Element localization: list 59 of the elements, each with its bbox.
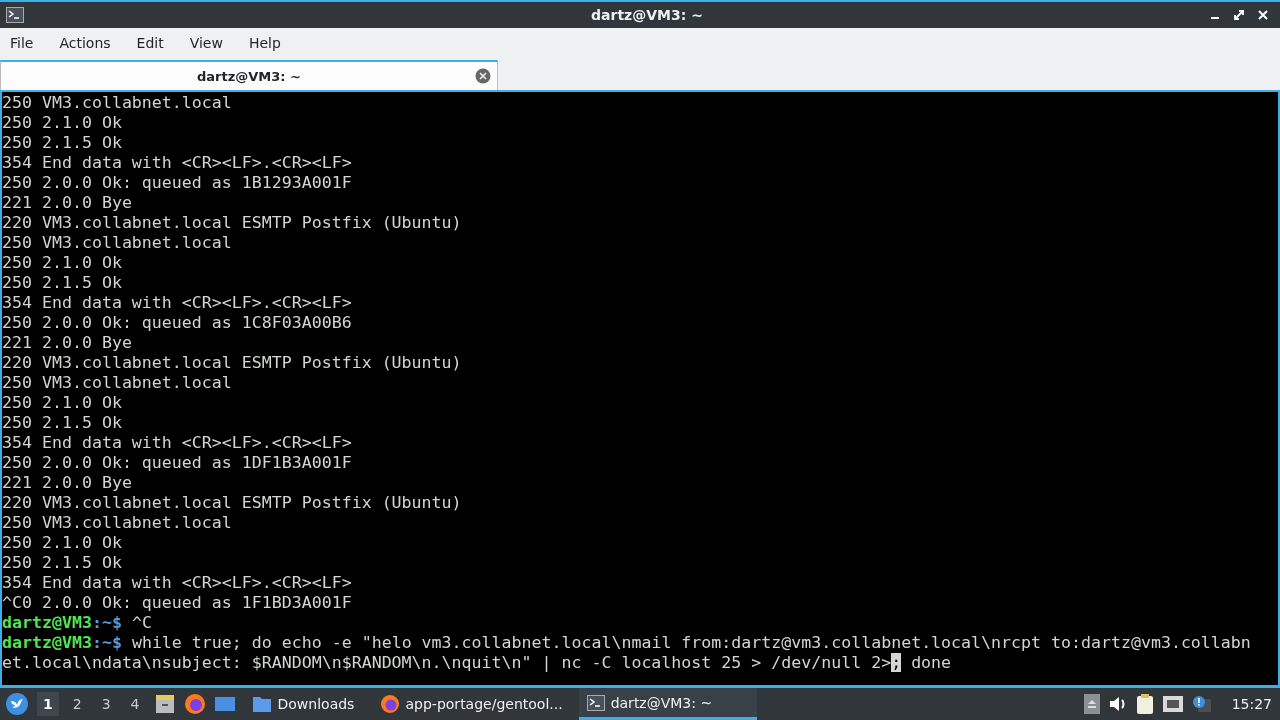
terminal-tab[interactable]: dartz@VM3: ~	[0, 60, 498, 90]
output-line: 250 2.0.0 Ok: queued as 1DF1B3A001F	[2, 453, 352, 473]
terminal-icon	[6, 7, 24, 23]
close-icon[interactable]	[1258, 10, 1268, 20]
output-line: 250 VM3.collabnet.local	[2, 233, 232, 253]
output-line: 250 2.0.0 Ok: queued as 1C8F03A00B6	[2, 313, 352, 333]
clipboard-icon[interactable]	[1135, 693, 1154, 715]
menu-item[interactable]: Help	[248, 35, 281, 51]
command-line: et.local\ndata\nsubject: $RANDOM\n$RANDOM\n.\nquit\n" | nc -C localhost 25 > /dev/null 2>; done	[2, 653, 952, 673]
window-title: dartz@VM3: ~	[591, 7, 703, 23]
taskbar-task[interactable]: app-portage/gentool...	[371, 688, 571, 720]
text-cursor: ;	[891, 653, 902, 672]
output-line: 354 End data with <CR><LF>.<CR><LF>	[2, 293, 352, 313]
output-line: 250 2.1.5 Ok	[2, 553, 122, 573]
output-line: 221 2.0.0 Bye	[2, 333, 132, 353]
output-line: 250 2.1.0 Ok	[2, 533, 122, 553]
output-line: 354 End data with <CR><LF>.<CR><LF>	[2, 153, 352, 173]
eject-icon[interactable]	[1083, 694, 1100, 714]
workspace-button[interactable]: 2	[66, 692, 88, 716]
clock: 15:27	[1231, 696, 1272, 712]
prompt-line: dartz@VM3:~$ while true; do echo -e "helo vm3.collabnet.local\nmail from:dartz@vm3.collabnet.local\nrcpt to:dartz@vm3.collabn	[2, 633, 1251, 653]
notification-icon[interactable]	[1191, 695, 1212, 713]
bird-logo-icon[interactable]	[5, 692, 29, 716]
menu-item[interactable]: File	[10, 35, 34, 51]
taskbar-task[interactable]: Downloads	[243, 688, 364, 720]
network-icon[interactable]	[1161, 695, 1184, 713]
close-tab-icon[interactable]	[475, 68, 491, 84]
output-line: 250 VM3.collabnet.local	[2, 93, 232, 113]
menu-item[interactable]: View	[189, 35, 223, 51]
output-line: 220 VM3.collabnet.local ESMTP Postfix (Ubuntu)	[2, 353, 462, 373]
output-line: 220 VM3.collabnet.local ESMTP Postfix (Ubuntu)	[2, 493, 462, 513]
browser-icon	[379, 694, 400, 714]
workspace-button[interactable]: 4	[124, 692, 146, 716]
maximize-icon[interactable]	[1234, 10, 1244, 20]
browser-icon[interactable]	[183, 693, 206, 715]
output-line: 221 2.0.0 Bye	[2, 473, 132, 493]
output-line: 250 2.1.5 Ok	[2, 273, 122, 293]
output-line: 250 2.1.0 Ok	[2, 253, 122, 273]
menu-item[interactable]: Edit	[136, 35, 164, 51]
output-line: ^C0 2.0.0 Ok: queued as 1F1BD3A001F	[2, 593, 352, 613]
workspace-button[interactable]: 3	[95, 692, 117, 716]
output-line: 354 End data with <CR><LF>.<CR><LF>	[2, 573, 352, 593]
file-cabinet-icon[interactable]	[153, 693, 176, 715]
output-line: 250 2.1.0 Ok	[2, 393, 122, 413]
menu-item[interactable]: Actions	[59, 35, 111, 51]
output-line: 354 End data with <CR><LF>.<CR><LF>	[2, 433, 352, 453]
prompt-line: dartz@VM3:~$ ^C	[2, 613, 152, 633]
workspace-button[interactable]: 1	[37, 692, 59, 716]
output-line: 250 2.1.5 Ok	[2, 413, 122, 433]
output-line: 250 VM3.collabnet.local	[2, 513, 232, 533]
output-line: 221 2.0.0 Bye	[2, 193, 132, 213]
output-line: 250 2.1.0 Ok	[2, 113, 122, 133]
taskbar-task[interactable]: dartz@VM3: ~	[578, 688, 757, 720]
output-line: 250 2.1.5 Ok	[2, 133, 122, 153]
terminal-icon	[586, 694, 605, 711]
output-line: 250 VM3.collabnet.local	[2, 373, 232, 393]
output-line: 250 2.0.0 Ok: queued as 1B1293A001F	[2, 173, 352, 193]
output-line: 220 VM3.collabnet.local ESMTP Postfix (Ubuntu)	[2, 213, 462, 233]
folder-icon	[251, 695, 272, 713]
